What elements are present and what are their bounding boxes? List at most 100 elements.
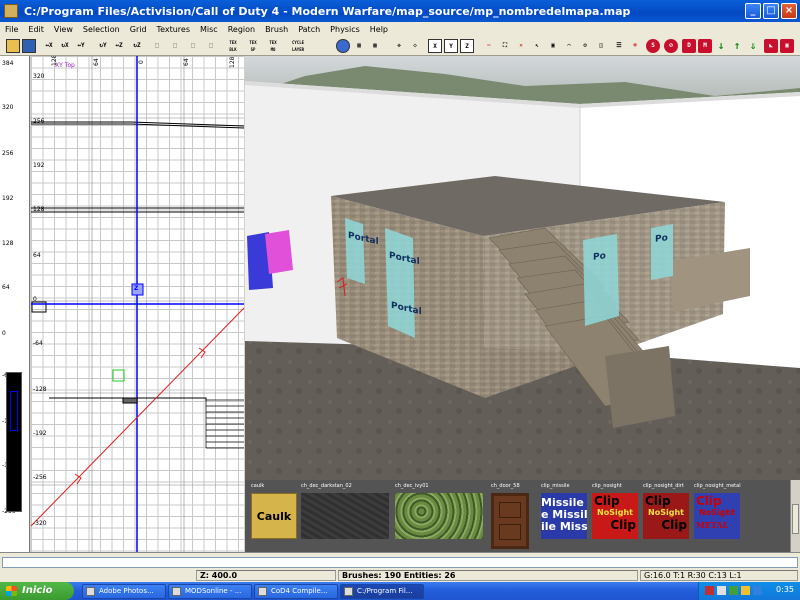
portal-label: Po [655,233,668,245]
down-green-icon[interactable]: ⇓ [746,39,760,53]
curve-icon[interactable]: ⌒ [562,39,576,53]
menu-patch[interactable]: Patch [293,25,325,34]
texture-clip-nosight-dirt[interactable]: clip_nosight_dirt Clip NoSight Clip [643,480,693,552]
menu-brush[interactable]: Brush [260,25,293,34]
grid-side-label: -256 [33,474,47,481]
tray-icon[interactable] [705,586,714,595]
texture-scrollbar-thumb[interactable] [792,504,799,534]
save-icon[interactable] [22,39,36,53]
texture-clip-nosight[interactable]: clip_nosight Clip NoSight Clip [592,480,642,552]
tex-blk-button[interactable]: TEX BLK [226,39,240,53]
z-ruler[interactable]: 384 320 256 192 128 64 0 -64 -128 -192 -… [0,56,30,556]
rotate-x-icon[interactable]: ↻X [58,39,72,53]
select-inside-icon[interactable]: ⬚ [204,39,218,53]
model-icon[interactable]: ⊘ [664,39,678,53]
vertex-icon[interactable]: M [698,39,712,53]
menu-misc[interactable]: Misc [195,25,223,34]
color-icon[interactable]: D [682,39,696,53]
browser-icon [172,587,181,596]
edge-icon[interactable]: ◣ [764,39,778,53]
tray-icon[interactable] [741,586,750,595]
tex-sp-button[interactable]: TEX SP [246,39,260,53]
console-input[interactable] [2,557,798,568]
maximize-button[interactable]: □ [763,3,779,19]
hollow-icon[interactable]: ◇ [408,39,422,53]
arrow-up-icon[interactable]: ↑ [730,39,744,53]
photoshop-icon [86,587,95,596]
rotate-z-icon[interactable]: ↻Z [130,39,144,53]
tray-icon[interactable] [729,586,738,595]
menu-view[interactable]: View [49,25,78,34]
select-complete-icon[interactable]: ⬚ [150,39,164,53]
status-z-height: Z: 400.0 [196,570,336,581]
open-icon[interactable] [6,39,20,53]
texture-door[interactable]: ch_door_58 [491,480,535,552]
taskbar-item-modsonline[interactable]: MODSonline - ... [168,584,252,599]
grid-side-label: 320 [33,73,45,80]
clipper-icon[interactable]: ✕ [514,39,528,53]
status-brush-count: Brushes: 190 Entities: 26 [338,570,638,581]
z-axis-icon[interactable]: Z [460,39,474,53]
flip-y-icon[interactable]: ↔Y [74,39,88,53]
taskbar-item-radiant[interactable]: C:/Program Fil... [340,584,424,599]
light-icon[interactable]: ☸ [628,39,642,53]
tex-mo-button[interactable]: TEX MO [266,39,280,53]
cycle-layer-button[interactable]: CYCLE LAYER [288,39,308,53]
texture-ivy[interactable]: ch_dec_ivy01 [395,480,487,552]
texture-darkstan[interactable]: ch_dec_darkstan_02 [301,480,393,552]
minimize-button[interactable]: _ [745,3,761,19]
gear-icon[interactable]: ⚙ [578,39,592,53]
grid-top-label: 128 [229,56,236,68]
menu-edit[interactable]: Edit [23,25,49,34]
texture-name: clip_nosight [592,483,622,489]
redraw-icon[interactable]: ◫ [594,39,608,53]
select-touching-icon[interactable]: ⬚ [168,39,182,53]
tray-icon[interactable] [753,586,762,595]
taskbar-item-photoshop[interactable]: Adobe Photos... [82,584,166,599]
select-partial-icon[interactable]: ⬚ [186,39,200,53]
camera-move-icon[interactable]: ✥ [392,39,406,53]
texture-browser[interactable]: caulk Caulk ch_dec_darkstan_02 ch_dec_iv… [245,480,800,552]
change-view-icon[interactable] [336,39,350,53]
cubic-clip-icon[interactable]: ▩ [368,39,382,53]
portal-label: Po [593,251,606,263]
cod4-icon [258,587,267,596]
arrow-down-icon[interactable]: ↓ [714,39,728,53]
menu-region[interactable]: Region [223,25,260,34]
filter-icon[interactable]: ☰ [612,39,626,53]
rotate-y-icon[interactable]: ↻Y [96,39,110,53]
flip-x-icon[interactable]: ↔X [42,39,56,53]
patch-icon[interactable]: ▣ [546,39,560,53]
texture-clip-nosight-metal[interactable]: clip_nosight_metal Clip NoSight METAL [694,480,744,552]
tray-icon[interactable] [717,586,726,595]
toolbar: ↔X ↻X ↔Y ↻Y ↔Z ↻Z ⬚ ⬚ ⬚ ⬚ TEX BLK TEX SP… [0,36,800,56]
camera-viewport-3d[interactable]: Portal Portal Portal Po Po [245,56,800,480]
csg-merge-icon[interactable]: ⛶ [498,39,512,53]
texture-view-icon[interactable]: ▦ [352,39,366,53]
menu-selection[interactable]: Selection [78,25,125,34]
menu-help[interactable]: Help [365,25,393,34]
radiant-icon [344,587,353,596]
start-button[interactable]: Inicio [0,582,74,600]
close-button[interactable]: × [781,3,797,19]
sound-icon[interactable]: S [646,39,660,53]
flip-z-icon[interactable]: ↔Z [112,39,126,53]
entity-icon[interactable]: ↖ [530,39,544,53]
taskbar-item-cod4-compile[interactable]: CoD4 Compile... [254,584,338,599]
menu-textures[interactable]: Textures [152,25,195,34]
texture-scrollbar[interactable] [790,480,800,552]
select-face-icon[interactable]: ▣ [780,39,794,53]
menu-physics[interactable]: Physics [325,25,365,34]
x-axis-icon[interactable]: X [428,39,442,53]
grid-side-label: -128 [33,386,47,393]
ruler-tick: 192 [2,195,14,202]
y-axis-icon[interactable]: Y [444,39,458,53]
clock: 0:35 [776,585,794,594]
texture-clip-missile[interactable]: clip_missile Missile e Missil ile Miss [541,480,591,552]
grid-view-xy[interactable]: XY Top 128 64 0 64 128 320 256 192 128 6… [31,56,244,552]
menu-file[interactable]: File [0,25,23,34]
z-entity-marker[interactable]: Z [134,285,138,292]
menu-grid[interactable]: Grid [125,25,152,34]
texture-caulk[interactable]: caulk Caulk [251,480,301,552]
csg-subtract-icon[interactable]: ✂ [482,39,496,53]
